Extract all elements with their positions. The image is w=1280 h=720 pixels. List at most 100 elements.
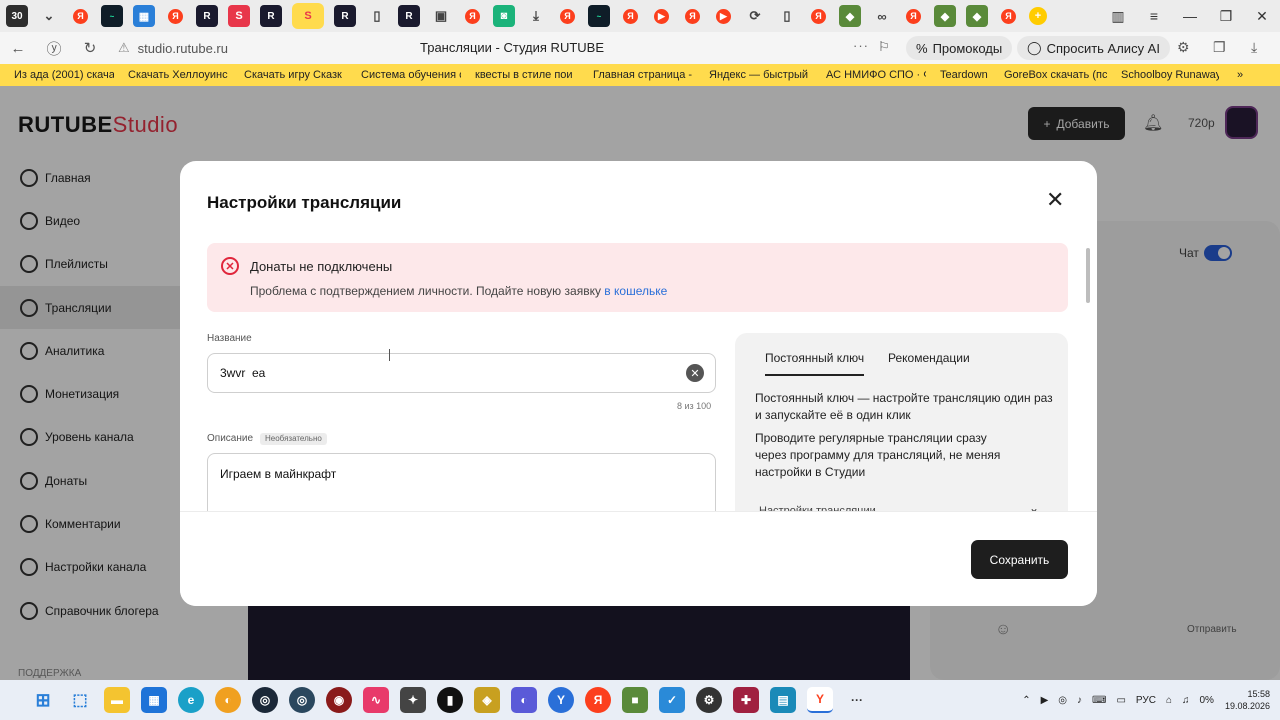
clear-icon[interactable]: ✕	[686, 364, 704, 382]
minecraft-icon[interactable]: ■	[622, 687, 648, 713]
bookmark-item[interactable]: Из ада (2001) скача	[14, 69, 114, 81]
bookmark-icon[interactable]: ⚐	[878, 39, 890, 55]
play-tab-icon[interactable]: ▶	[716, 8, 731, 24]
bookmark-item[interactable]: Скачать Хеллоуинс	[128, 69, 230, 81]
tab-icon[interactable]: ▣	[430, 5, 452, 27]
bookmark-item[interactable]: Система обучения с	[361, 69, 461, 81]
tab-icon[interactable]: ∞	[871, 5, 893, 27]
bookmark-item[interactable]: Яндекс — быстрый	[709, 69, 812, 81]
steam-tray-icon[interactable]: ◎	[1058, 695, 1067, 706]
display-icon[interactable]: ▭	[1116, 695, 1125, 706]
new-tab-icon[interactable]: +	[1029, 7, 1047, 25]
yandex-icon[interactable]: ⓨ	[36, 38, 72, 59]
downloads-icon[interactable]: ⤓	[1251, 39, 1257, 56]
extensions-icon[interactable]: ⚙	[1177, 39, 1190, 56]
app-icon[interactable]: ▤	[770, 687, 796, 713]
document-tab-icon[interactable]: ▯	[366, 5, 388, 27]
close-icon[interactable]: ✕	[1046, 189, 1064, 211]
app-icon[interactable]: ∿	[363, 687, 389, 713]
bookmark-item[interactable]: АС НМИФО СПО · Ф	[826, 69, 926, 81]
chevron-up-icon[interactable]: ⌃	[1022, 695, 1030, 706]
app-icon[interactable]: ✦	[400, 687, 426, 713]
save-button[interactable]: Сохранить	[971, 540, 1068, 579]
app-icon[interactable]: ✚	[733, 687, 759, 713]
library-icon[interactable]: ▥	[1100, 0, 1136, 32]
active-tab-icon[interactable]: S	[292, 3, 324, 29]
yandex-tab-icon[interactable]: Я	[685, 8, 700, 24]
bookmark-item[interactable]: Schoolboy Runaway	[1121, 69, 1219, 81]
network-icon[interactable]: ⌂	[1166, 695, 1172, 706]
volume-icon[interactable]: ♫	[1182, 695, 1190, 706]
yandex-tab-icon[interactable]: Я	[1001, 8, 1016, 24]
bookmark-item[interactable]: Главная страница -	[593, 69, 695, 81]
file-explorer-icon[interactable]: ▬	[104, 687, 130, 713]
download-tab-icon[interactable]: ⤓	[525, 5, 547, 27]
tab-recommendations[interactable]: Рекомендации	[888, 351, 970, 365]
bookmark-item[interactable]: Teardown	[940, 69, 990, 81]
bookmark-item[interactable]: квесты в стиле пои	[475, 69, 579, 81]
tab-icon[interactable]: ⟳	[744, 5, 766, 27]
tab-icon[interactable]: ◙	[493, 5, 515, 27]
minecraft-tab-icon[interactable]: ◆	[839, 5, 861, 27]
gamepad-icon[interactable]: ◐	[511, 687, 537, 713]
snipping-icon[interactable]: ⬚	[67, 687, 93, 713]
rutube-tab-icon[interactable]: R	[334, 5, 356, 27]
more-icon[interactable]: ···	[853, 38, 869, 53]
language-indicator[interactable]: РУС	[1136, 695, 1156, 706]
keyboard-icon[interactable]: ⌨	[1092, 695, 1106, 706]
promo-button[interactable]: % Промокоды	[906, 36, 1013, 60]
yandex-tab-icon[interactable]: Я	[465, 8, 480, 24]
menu-icon[interactable]: ≡	[1136, 0, 1172, 32]
minecraft-tab-icon[interactable]: ◆	[966, 5, 988, 27]
rutube-tab-icon[interactable]: R	[196, 5, 218, 27]
tab-icon[interactable]: ▦	[133, 5, 155, 27]
bookmark-item[interactable]: GoreBox скачать (пс	[1004, 69, 1107, 81]
restore-icon[interactable]: ❐	[1208, 0, 1244, 32]
app-icon[interactable]: ⚙	[696, 687, 722, 713]
start-icon[interactable]: ⊞	[30, 687, 56, 713]
yandex-browser-icon[interactable]: Я	[585, 687, 611, 713]
document-tab-icon[interactable]: ▯	[776, 5, 798, 27]
yandex-tab-icon[interactable]: Я	[168, 8, 183, 24]
store-icon[interactable]: ▦	[141, 687, 167, 713]
url-field[interactable]: ⚠ studio.rutube.ru	[118, 40, 228, 56]
yandex-icon[interactable]: Y	[548, 687, 574, 713]
yandex-tab-icon[interactable]: Я	[623, 8, 638, 24]
app-icon[interactable]: ◈	[474, 687, 500, 713]
chevron-down-icon[interactable]: ⌄	[38, 5, 60, 27]
tab-icon[interactable]: ~	[588, 5, 610, 27]
battery-indicator[interactable]: 0%	[1200, 695, 1214, 706]
terminal-icon[interactable]: ▶	[1041, 695, 1049, 706]
app-icon[interactable]: ▮	[437, 687, 463, 713]
yandex-tab-icon[interactable]: Я	[811, 8, 826, 24]
edge-icon[interactable]: e	[178, 687, 204, 713]
browser-icon[interactable]: ◐	[215, 687, 241, 713]
wallet-link[interactable]: в кошельке	[604, 284, 667, 298]
tab-icon[interactable]: ~	[101, 5, 123, 27]
yandex-active-icon[interactable]: Y	[807, 687, 833, 713]
yandex-tab-icon[interactable]: Я	[560, 8, 575, 24]
reload-icon[interactable]: ↻	[72, 39, 108, 57]
mic-icon[interactable]: ♪	[1077, 695, 1082, 706]
app-icon[interactable]: ◉	[326, 687, 352, 713]
rutube-tab-icon[interactable]: R	[398, 5, 420, 27]
alice-button[interactable]: ◯ Спросить Алису AI	[1017, 36, 1170, 60]
tab-counter[interactable]: 30	[6, 5, 28, 27]
collections-icon[interactable]: ❐	[1213, 39, 1226, 56]
bookmark-item[interactable]: Скачать игру Сказк	[244, 69, 347, 81]
clock[interactable]: 15:58 19.08.2026	[1225, 688, 1270, 712]
yandex-tab-icon[interactable]: Я	[906, 8, 921, 24]
steam-icon[interactable]: ◎	[289, 687, 315, 713]
check-icon[interactable]: ✓	[659, 687, 685, 713]
more-bookmarks-icon[interactable]: »	[1237, 69, 1243, 81]
minimize-icon[interactable]: —	[1172, 0, 1208, 32]
scrollbar[interactable]	[1086, 248, 1090, 303]
yandex-tab-icon[interactable]: Я	[73, 8, 88, 24]
back-icon[interactable]: ←	[0, 40, 36, 57]
rutube-tab-icon[interactable]: R	[260, 5, 282, 27]
tab-permanent-key[interactable]: Постоянный ключ	[765, 351, 865, 376]
title-input[interactable]: 3wvr ea ✕	[207, 353, 716, 393]
rutube-studio-tab-icon[interactable]: S	[228, 5, 250, 27]
close-window-icon[interactable]: ✕	[1244, 0, 1280, 32]
steam-icon[interactable]: ◎	[252, 687, 278, 713]
